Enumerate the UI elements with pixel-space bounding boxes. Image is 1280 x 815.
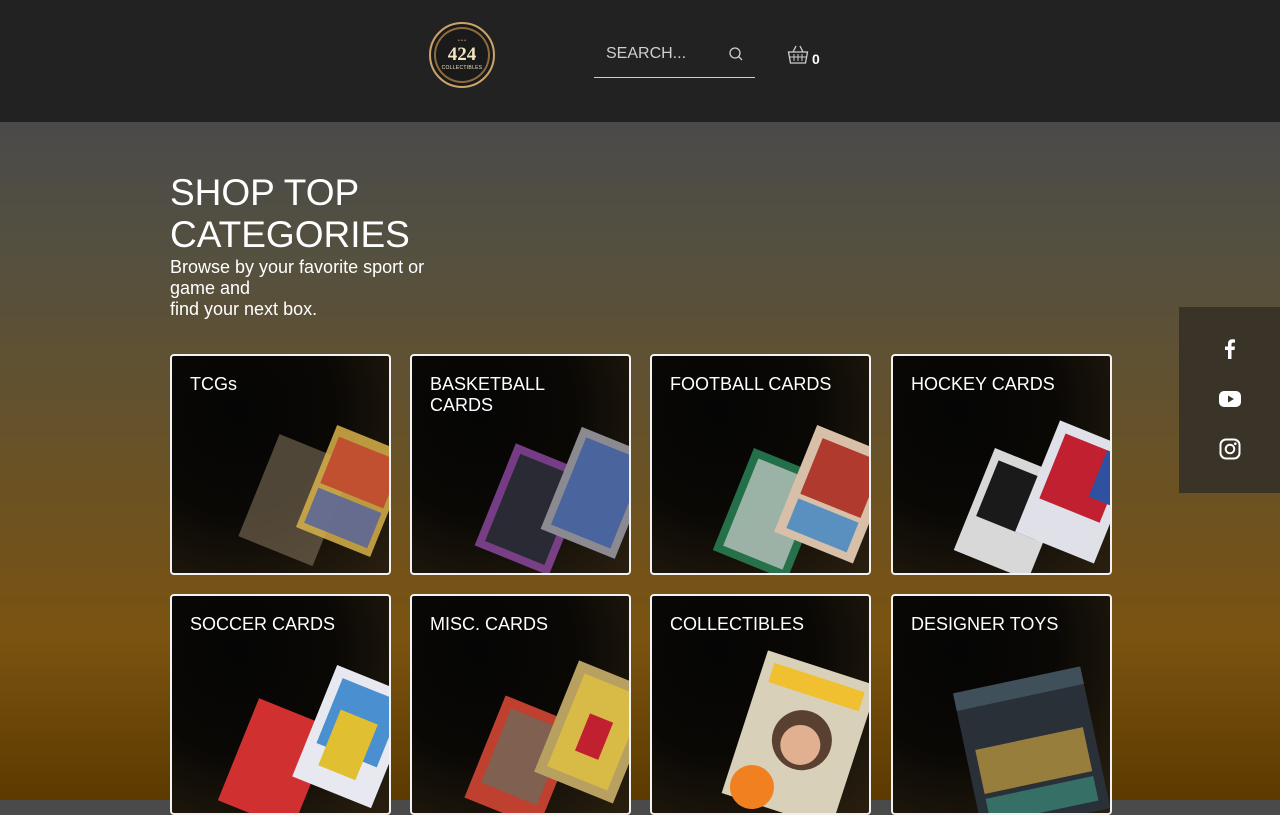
category-label: MISC. CARDS — [430, 614, 549, 634]
category-label: BASKETBALL CARDS — [430, 374, 545, 415]
youtube-icon[interactable] — [1218, 387, 1242, 411]
category-card-collectibles[interactable]: COLLECTIBLES — [650, 594, 871, 815]
category-label: TCGs — [190, 374, 237, 394]
facebook-icon[interactable] — [1218, 337, 1242, 361]
site-header: • • • 424 COLLECTIBLES 0 — [0, 0, 1280, 122]
category-label: HOCKEY CARDS — [911, 374, 1055, 394]
category-label: COLLECTIBLES — [670, 614, 805, 634]
social-bar — [1179, 307, 1280, 493]
search-icon[interactable] — [728, 46, 744, 62]
search-bar — [594, 38, 755, 78]
category-card-hockey[interactable]: HOCKEY CARDS — [891, 354, 1112, 575]
category-label: DESIGNER TOYS — [911, 614, 1059, 634]
category-card-designer-toys[interactable]: DESIGNER TOYS — [891, 594, 1112, 815]
search-input[interactable] — [606, 42, 724, 66]
category-card-tcgs[interactable]: TCGs — [170, 354, 391, 575]
page-subtitle: Browse by your favorite sport or game an… — [170, 257, 425, 319]
category-label: SOCCER CARDS — [190, 614, 336, 634]
page-title-text: SHOP TOP CATEGORIES — [170, 172, 410, 255]
site-logo[interactable]: • • • 424 COLLECTIBLES — [429, 22, 495, 88]
logo-number: 424 — [447, 44, 477, 65]
cart-count: 0 — [812, 51, 820, 67]
category-label: FOOTBALL CARDS — [670, 374, 832, 394]
category-card-misc[interactable]: MISC. CARDS — [410, 594, 631, 815]
category-card-basketball[interactable]: BASKETBALL CARDS — [410, 354, 631, 575]
category-card-football[interactable]: FOOTBALL CARDS — [650, 354, 871, 575]
logo-subtitle: COLLECTIBLES — [441, 65, 483, 71]
instagram-icon[interactable] — [1218, 437, 1242, 461]
cart-button[interactable]: 0 — [787, 44, 827, 68]
category-card-soccer[interactable]: SOCCER CARDS — [170, 594, 391, 815]
basket-icon — [787, 45, 809, 64]
page-title: SHOP TOP CATEGORIES — [170, 172, 470, 256]
